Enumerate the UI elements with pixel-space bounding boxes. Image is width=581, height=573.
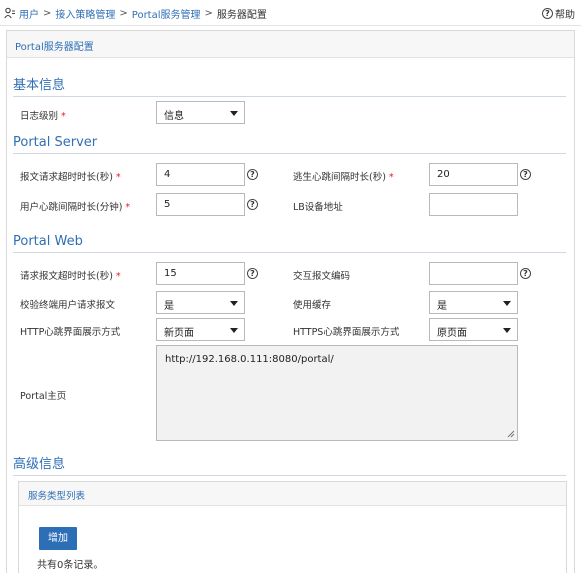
top-bar: 用户 > 接入策略管理 > Portal服务管理 > 服务器配置 ? 帮助: [0, 0, 581, 26]
panel-title: Portal服务器配置: [7, 31, 574, 58]
lb-address-input[interactable]: [429, 193, 518, 216]
web-request-timeout-input[interactable]: 15: [156, 262, 245, 285]
chevron-down-icon: [230, 328, 238, 333]
question-circle-icon: ?: [542, 8, 553, 19]
section-basic-info: 基本信息: [13, 74, 566, 97]
breadcrumb-access-policy[interactable]: 接入策略管理: [55, 6, 115, 21]
question-circle-icon[interactable]: ?: [247, 169, 258, 180]
log-level-label: 日志级别 *: [20, 111, 66, 122]
service-type-list-title: 服务类型列表: [19, 482, 566, 506]
user-heartbeat-label: 用户心跳间隔时长(分钟) *: [20, 202, 131, 213]
breadcrumb-current: 服务器配置: [216, 9, 267, 21]
help-link[interactable]: ? 帮助: [542, 6, 575, 21]
web-request-timeout-label: 请求报文超时时长(秒) *: [20, 271, 121, 282]
verify-terminal-select[interactable]: 是: [156, 291, 245, 314]
section-advanced-info: 高级信息: [13, 453, 566, 476]
required-mark: *: [115, 271, 121, 282]
log-level-select[interactable]: 信息: [156, 101, 245, 124]
breadcrumb: 用户 > 接入策略管理 > Portal服务管理 > 服务器配置: [4, 6, 267, 21]
section-portal-web: Portal Web: [13, 234, 566, 253]
chevron-down-icon: [230, 111, 238, 116]
add-button[interactable]: 增加: [39, 527, 77, 550]
verify-terminal-label: 校验终端用户请求报文: [20, 300, 116, 311]
breadcrumb-user[interactable]: 用户: [19, 6, 39, 21]
portal-home-label: Portal主页: [20, 391, 67, 402]
escape-heartbeat-label: 逃生心跳间隔时长(秒) *: [293, 172, 394, 183]
question-circle-icon[interactable]: ?: [520, 268, 531, 279]
breadcrumb-separator: >: [119, 7, 128, 19]
request-timeout-label: 报文请求超时时长(秒) *: [20, 172, 121, 183]
record-count: 共有0条记录。: [37, 560, 104, 571]
escape-heartbeat-input[interactable]: 20: [429, 163, 518, 186]
chevron-down-icon: [503, 301, 511, 306]
required-mark: *: [388, 172, 394, 183]
encoding-label: 交互报文编码: [293, 271, 351, 282]
user-heartbeat-input[interactable]: 5: [156, 193, 245, 216]
use-cache-select[interactable]: 是: [429, 291, 518, 314]
http-heartbeat-mode-select[interactable]: 新页面: [156, 318, 245, 341]
request-timeout-input[interactable]: 4: [156, 163, 245, 186]
question-circle-icon[interactable]: ?: [520, 169, 531, 180]
required-mark: *: [125, 202, 131, 213]
question-circle-icon[interactable]: ?: [247, 199, 258, 210]
lb-address-label: LB设备地址: [293, 202, 343, 213]
encoding-input[interactable]: [429, 262, 518, 285]
required-mark: *: [115, 172, 121, 183]
breadcrumb-separator: >: [43, 7, 52, 19]
portal-home-textarea[interactable]: http://192.168.0.111:8080/portal/: [156, 345, 518, 441]
chevron-down-icon: [503, 328, 511, 333]
section-portal-server: Portal Server: [13, 135, 566, 154]
http-heartbeat-mode-label: HTTP心跳界面展示方式: [20, 327, 121, 338]
chevron-down-icon: [230, 301, 238, 306]
https-heartbeat-mode-select[interactable]: 原页面: [429, 318, 518, 341]
use-cache-label: 使用缓存: [293, 300, 332, 311]
portal-home-value: http://192.168.0.111:8080/portal/: [165, 354, 334, 365]
breadcrumb-portal-service[interactable]: Portal服务管理: [132, 6, 201, 21]
service-type-list-panel: 服务类型列表 增加 共有0条记录。: [18, 481, 567, 573]
required-mark: *: [61, 111, 66, 122]
help-label: 帮助: [555, 10, 575, 21]
question-circle-icon[interactable]: ?: [247, 268, 258, 279]
user-policy-icon: [4, 7, 15, 19]
breadcrumb-separator: >: [204, 7, 213, 19]
https-heartbeat-mode-label: HTTPS心跳界面展示方式: [293, 327, 400, 338]
resize-grip-icon[interactable]: [507, 430, 515, 438]
